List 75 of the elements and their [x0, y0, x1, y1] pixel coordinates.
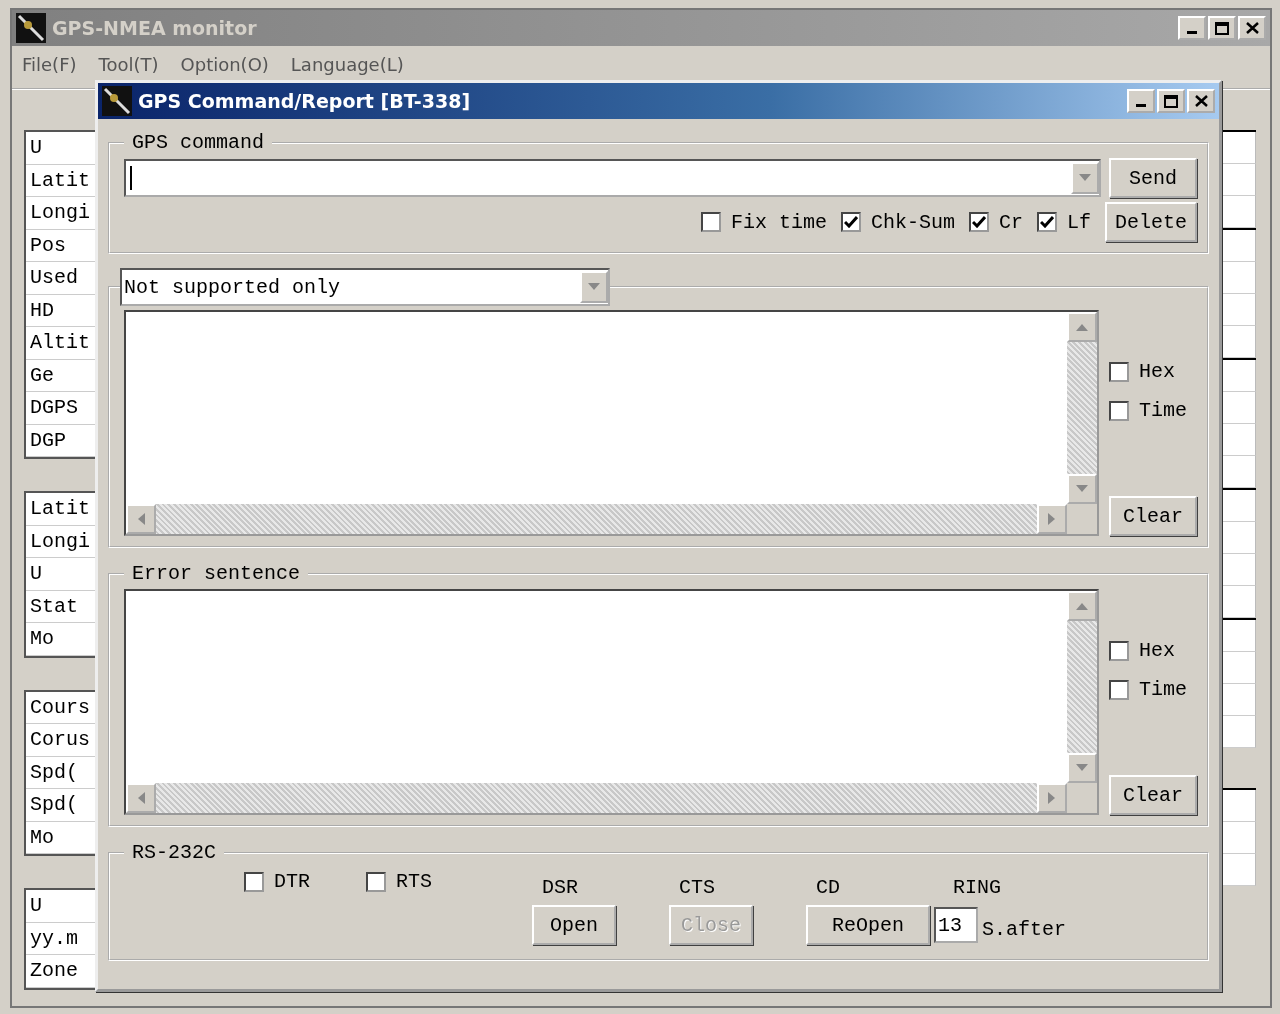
signal-label: DSR [541, 876, 579, 899]
menu-item[interactable]: Tool(T) [98, 53, 159, 75]
window-title: GPS Command/Report [BT-338] [138, 90, 472, 112]
checkbox-option[interactable]: Lf [1036, 210, 1091, 234]
delay-field[interactable]: 13 [934, 907, 978, 943]
checkbox-option[interactable]: Hex [1109, 360, 1197, 383]
scrollbar-corner [1067, 504, 1097, 534]
close-button[interactable] [1238, 16, 1266, 40]
scrollbar-corner [1067, 783, 1097, 813]
satellite-icon [102, 86, 132, 116]
minimize-button[interactable] [1178, 16, 1206, 40]
checkbox-option[interactable]: Time [1109, 678, 1197, 701]
log-text-area[interactable] [124, 310, 1099, 536]
checkbox[interactable] [968, 212, 989, 232]
checkbox[interactable] [1109, 400, 1129, 421]
group-title: GPS command [131, 131, 266, 154]
checkbox-option[interactable]: DTR [244, 870, 310, 893]
checkbox-option[interactable]: Time [1109, 399, 1197, 422]
minimize-button[interactable] [1127, 89, 1155, 113]
scroll-left-icon [137, 792, 145, 804]
maximize-button[interactable] [1157, 89, 1185, 113]
dropdown-arrow-icon [588, 283, 600, 291]
port-button[interactable]: Open [532, 905, 616, 945]
menu-item[interactable]: File(F) [22, 53, 77, 75]
checkbox-option[interactable]: Fix time [700, 210, 827, 234]
vertical-scrollbar[interactable] [1067, 312, 1097, 504]
delay-unit: S.after [982, 916, 1066, 941]
signal-label: CD [815, 876, 841, 899]
horizontal-scrollbar[interactable] [126, 783, 1067, 813]
maximize-icon [1164, 94, 1178, 108]
scroll-up-icon [1076, 323, 1088, 331]
scroll-right-icon [1048, 792, 1056, 804]
clear-button[interactable]: Clear [1109, 496, 1197, 536]
reopen-button[interactable]: ReOpen [806, 905, 930, 945]
checkbox[interactable] [366, 871, 386, 892]
dropdown-arrow-icon [1079, 174, 1091, 182]
group-title: RS-232C [131, 841, 217, 864]
vertical-scrollbar[interactable] [1067, 591, 1097, 783]
command-field[interactable] [124, 159, 1101, 197]
group-title: Error sentence [131, 562, 302, 585]
checkbox[interactable] [1109, 679, 1129, 700]
window-title: GPS-NMEA monitor [52, 17, 258, 39]
checkbox[interactable] [1036, 212, 1057, 232]
maximize-button[interactable] [1208, 16, 1236, 40]
checkbox-option[interactable]: Cr [968, 210, 1023, 234]
clear-button[interactable]: Clear [1109, 775, 1197, 815]
signal-label: RING [952, 876, 1002, 899]
scroll-right-icon [1048, 513, 1056, 525]
log-text-area[interactable] [124, 589, 1099, 815]
menu-item[interactable]: Language(L) [290, 53, 404, 75]
close-button[interactable] [1187, 89, 1215, 113]
checkbox[interactable] [1109, 361, 1129, 382]
horizontal-scrollbar[interactable] [126, 504, 1067, 534]
checkbox-option[interactable]: RTS [366, 870, 433, 893]
send-button[interactable]: Send [1109, 158, 1197, 198]
close-icon [1245, 22, 1259, 34]
checkbox[interactable] [1109, 640, 1129, 661]
scroll-down-icon [1076, 485, 1088, 493]
scroll-up-icon [1076, 602, 1088, 610]
minimize-icon [1187, 31, 1197, 34]
maximize-icon [1215, 21, 1229, 35]
checkbox[interactable] [244, 871, 264, 892]
delete-button[interactable]: Delete [1105, 202, 1197, 242]
menu-item[interactable]: Option(O) [180, 53, 269, 75]
checkbox[interactable] [840, 212, 861, 232]
close-icon [1194, 95, 1208, 107]
checkbox-option[interactable]: Chk-Sum [840, 210, 955, 234]
scroll-left-icon [137, 513, 145, 525]
signal-label: CTS [678, 876, 716, 899]
checkbox-option[interactable]: Hex [1109, 639, 1197, 662]
minimize-icon [1136, 104, 1146, 107]
satellite-icon [16, 13, 46, 43]
checkbox[interactable] [700, 212, 721, 232]
scroll-down-icon [1076, 764, 1088, 772]
filter-dropdown[interactable]: Not supported only [120, 268, 610, 306]
